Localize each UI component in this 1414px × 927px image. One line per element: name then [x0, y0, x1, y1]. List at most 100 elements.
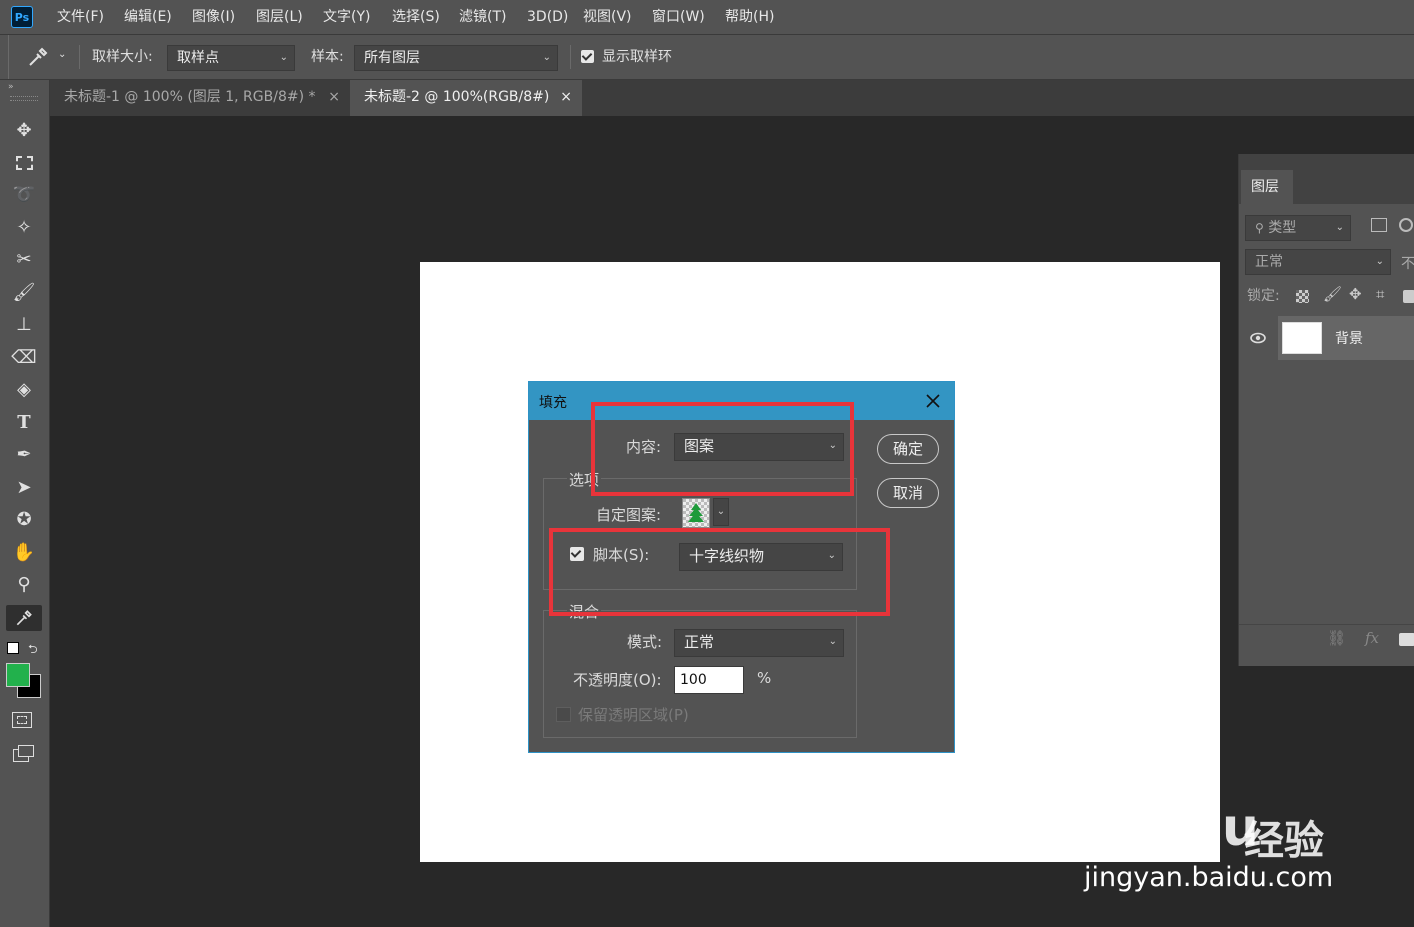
- watermark-brand-cn: 经验: [1244, 818, 1324, 864]
- chevron-down-icon: ⌄: [58, 49, 67, 60]
- magic-wand-tool-icon[interactable]: ✧: [10, 215, 38, 241]
- close-icon[interactable]: ×: [560, 80, 572, 114]
- filter-type-label: 类型: [1268, 220, 1297, 236]
- tools-panel: » ✥ ➰ ✧ ✂ 🖌 ⊥ ⌫ ◈ T ✒ ➤ ✪ ✋ ⚲ ⮌: [0, 80, 50, 927]
- divider: [570, 45, 571, 69]
- watermark-brand: Bai du: [1084, 798, 1259, 858]
- fill-dialog: 填充 内容: 图案 ⌄ 确定 取消 选项 自定图案: ⌄ 脚本(S): 十字线织…: [528, 381, 955, 753]
- path-select-tool-icon[interactable]: ➤: [10, 475, 38, 501]
- show-ring-checkbox[interactable]: [581, 50, 594, 63]
- link-layers-icon[interactable]: ⛓: [1327, 629, 1346, 647]
- sample-size-dropdown[interactable]: 取样点 ⌄: [167, 45, 295, 71]
- mode-value: 正常: [684, 633, 715, 651]
- menu-3d[interactable]: 3D(D): [527, 0, 568, 34]
- chevron-down-icon: ⌄: [828, 636, 837, 647]
- custom-pattern-label: 自定图案:: [596, 506, 662, 524]
- percent-label: %: [757, 669, 772, 687]
- mode-dropdown[interactable]: 正常 ⌄: [674, 629, 844, 657]
- tab-label: 未标题-1 @ 100% (图层 1, RGB/8#) *: [64, 89, 316, 105]
- layer-filter-dropdown[interactable]: ⚲ 类型 ⌄: [1245, 215, 1351, 241]
- hand-tool-icon[interactable]: ✋: [10, 540, 38, 566]
- brush-tool-icon[interactable]: 🖌: [10, 280, 38, 306]
- default-colors-icon[interactable]: [7, 642, 19, 654]
- lock-transparent-icon[interactable]: [1296, 290, 1309, 303]
- lock-position-icon[interactable]: ✥: [1349, 285, 1362, 303]
- annotation-box-content: [591, 402, 854, 496]
- menu-select[interactable]: 选择(S): [392, 0, 440, 34]
- visibility-eye-icon[interactable]: [1239, 316, 1277, 360]
- menu-type[interactable]: 文字(Y): [323, 0, 370, 34]
- quick-mask-icon[interactable]: [12, 712, 32, 728]
- menu-view[interactable]: 视图(V): [583, 0, 632, 34]
- blend-mode-dropdown[interactable]: 正常 ⌄: [1245, 249, 1391, 275]
- screen-mode-icon[interactable]: [13, 745, 34, 762]
- search-icon: ⚲: [1255, 221, 1264, 235]
- menu-edit[interactable]: 编辑(E): [124, 0, 172, 34]
- eraser-tool-icon[interactable]: ⌫: [10, 345, 38, 371]
- grip-icon: [10, 96, 38, 101]
- opacity-label: 不: [1401, 256, 1414, 272]
- pattern-swatch[interactable]: [682, 498, 710, 528]
- chevron-down-icon: ⌄: [1335, 222, 1344, 233]
- crop-tool-icon[interactable]: ✂: [10, 247, 38, 273]
- layer-row-background[interactable]: 背景: [1278, 316, 1414, 360]
- options-bar: ⌄ 取样大小: 取样点 ⌄ 样本: 所有图层 ⌄ 显示取样环: [0, 35, 1414, 80]
- menu-help[interactable]: 帮助(H): [725, 0, 774, 34]
- chevron-down-icon: ⌄: [542, 52, 551, 63]
- paw-icon: [1180, 782, 1220, 822]
- lock-all-icon[interactable]: [1403, 290, 1414, 303]
- tab-untitled-2[interactable]: 未标题-2 @ 100%(RGB/8#) ×: [350, 80, 582, 116]
- chevron-down-icon: ⌄: [279, 52, 288, 63]
- menu-file[interactable]: 文件(F): [57, 0, 104, 34]
- layers-footer: ⛓ fx: [1239, 624, 1414, 655]
- move-tool-icon[interactable]: ✥: [10, 118, 38, 144]
- paint-bucket-tool-icon[interactable]: ◈: [10, 377, 38, 403]
- sample-size-label: 取样大小:: [92, 49, 153, 65]
- lasso-tool-icon[interactable]: ➰: [10, 182, 38, 208]
- cancel-button[interactable]: 取消: [877, 478, 939, 508]
- pen-tool-icon[interactable]: ✒: [10, 442, 38, 468]
- tab-layers[interactable]: 图层: [1241, 170, 1293, 204]
- lock-label: 锁定:: [1247, 288, 1280, 304]
- tab-untitled-1[interactable]: 未标题-1 @ 100% (图层 1, RGB/8#) * ×: [50, 80, 350, 116]
- layer-name: 背景: [1335, 331, 1363, 347]
- chevron-down-icon[interactable]: ⌄: [713, 498, 729, 526]
- layers-panel: 图层 ⚲ 类型 ⌄ 正常 ⌄ 不 锁定: 🖌 ✥ ⌗ 背景 ⛓ fx: [1238, 154, 1414, 666]
- stamp-tool-icon[interactable]: ⊥: [10, 312, 38, 338]
- swap-colors-icon[interactable]: ⮌: [28, 640, 38, 661]
- menu-layer[interactable]: 图层(L): [256, 0, 303, 34]
- show-ring-label: 显示取样环: [602, 49, 672, 65]
- lock-pixels-icon[interactable]: 🖌: [1323, 285, 1342, 303]
- collapse-icon[interactable]: »: [8, 82, 14, 92]
- ok-button[interactable]: 确定: [877, 434, 939, 464]
- sample-dropdown[interactable]: 所有图层 ⌄: [354, 45, 558, 71]
- close-icon[interactable]: ×: [328, 80, 340, 114]
- adjustment-filter-icon[interactable]: [1399, 218, 1413, 232]
- add-mask-icon[interactable]: [1399, 633, 1414, 646]
- menu-window[interactable]: 窗口(W): [652, 0, 705, 34]
- panel-header: [1239, 154, 1414, 170]
- dialog-title: 填充: [539, 395, 567, 411]
- preserve-transparency-label: 保留透明区域(P): [578, 706, 689, 724]
- watermark-site: jingyan.baidu.com: [1084, 862, 1334, 893]
- close-icon[interactable]: [919, 387, 947, 415]
- fx-icon[interactable]: fx: [1365, 629, 1379, 647]
- shape-tool-icon[interactable]: ✪: [10, 507, 38, 533]
- preserve-transparency-checkbox[interactable]: [556, 707, 571, 722]
- tab-label: 未标题-2 @ 100%(RGB/8#): [364, 89, 550, 105]
- image-filter-icon[interactable]: [1371, 218, 1387, 232]
- zoom-tool-icon[interactable]: ⚲: [10, 572, 38, 598]
- eyedropper-preset-icon[interactable]: ⌄: [26, 45, 68, 69]
- photoshop-logo: Ps: [11, 6, 33, 28]
- foreground-color-swatch[interactable]: [6, 663, 30, 687]
- opacity-input[interactable]: 100: [674, 666, 744, 694]
- type-tool-icon[interactable]: T: [10, 410, 38, 436]
- chevron-down-icon: ⌄: [1375, 256, 1384, 267]
- eyedropper-tool-icon[interactable]: [6, 605, 42, 631]
- marquee-tool-icon[interactable]: [10, 150, 38, 176]
- lock-artboard-icon[interactable]: ⌗: [1376, 285, 1384, 303]
- menu-image[interactable]: 图像(I): [192, 0, 235, 34]
- menu-filter[interactable]: 滤镜(T): [459, 0, 506, 34]
- document-tabs: 未标题-1 @ 100% (图层 1, RGB/8#) * × 未标题-2 @ …: [50, 80, 1414, 116]
- sample-size-value: 取样点: [177, 50, 219, 66]
